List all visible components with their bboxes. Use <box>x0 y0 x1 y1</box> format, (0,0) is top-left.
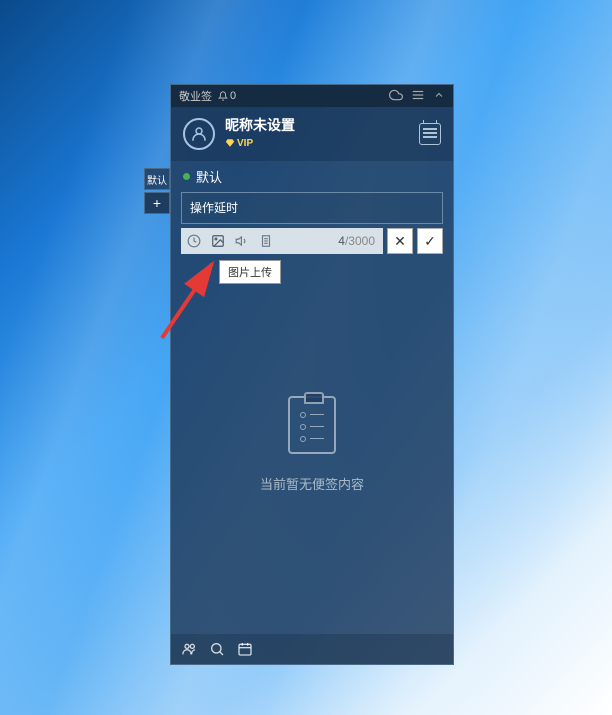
menu-icon[interactable] <box>411 88 425 105</box>
editor-toolbar: 4/3000 图片上传 ✕ ✓ <box>181 228 443 254</box>
tooltip: 图片上传 <box>219 260 281 284</box>
diamond-icon <box>225 138 235 148</box>
file-icon[interactable] <box>259 234 273 248</box>
empty-message: 当前暂无便签内容 <box>260 474 364 493</box>
status-dot-icon <box>183 173 190 180</box>
category-name: 默认 <box>196 167 222 186</box>
clipboard-icon <box>288 396 336 454</box>
side-tab-default[interactable]: 默认 <box>144 168 170 190</box>
vip-badge: VIP <box>225 138 253 149</box>
avatar[interactable] <box>183 118 215 150</box>
bell-icon <box>218 91 228 101</box>
cancel-button[interactable]: ✕ <box>387 228 413 254</box>
app-title: 敬业签 <box>179 88 212 104</box>
cloud-sync-icon[interactable] <box>389 88 403 105</box>
notification-bell[interactable]: 0 <box>218 90 236 102</box>
search-icon[interactable] <box>209 641 225 657</box>
app-window: 敬业签 0 昵称未设置 VIP 默认 <box>170 84 454 665</box>
titlebar: 敬业签 0 <box>171 85 453 107</box>
user-icon <box>190 125 208 143</box>
note-input[interactable]: 操作延时 <box>182 193 442 223</box>
category-row[interactable]: 默认 <box>171 161 453 192</box>
image-upload-icon[interactable] <box>211 234 225 248</box>
audio-icon[interactable] <box>235 234 249 248</box>
note-input-box: 操作延时 <box>181 192 443 224</box>
empty-state: 当前暂无便签内容 <box>181 254 443 634</box>
calendar-button[interactable] <box>419 123 441 145</box>
clock-icon[interactable] <box>187 234 201 248</box>
char-counter: 4/3000 <box>338 234 375 248</box>
user-header: 昵称未设置 VIP <box>171 107 453 161</box>
side-tab-bar: 默认 + <box>144 168 170 214</box>
contacts-icon[interactable] <box>181 641 197 657</box>
notification-count: 0 <box>230 90 236 102</box>
content-area: 操作延时 4/3000 图片上传 ✕ <box>171 192 453 634</box>
bottom-bar <box>171 634 453 664</box>
side-tab-add[interactable]: + <box>144 192 170 214</box>
nickname: 昵称未设置 <box>225 115 419 135</box>
collapse-icon[interactable] <box>433 89 445 104</box>
calendar-bottom-icon[interactable] <box>237 641 253 657</box>
confirm-button[interactable]: ✓ <box>417 228 443 254</box>
